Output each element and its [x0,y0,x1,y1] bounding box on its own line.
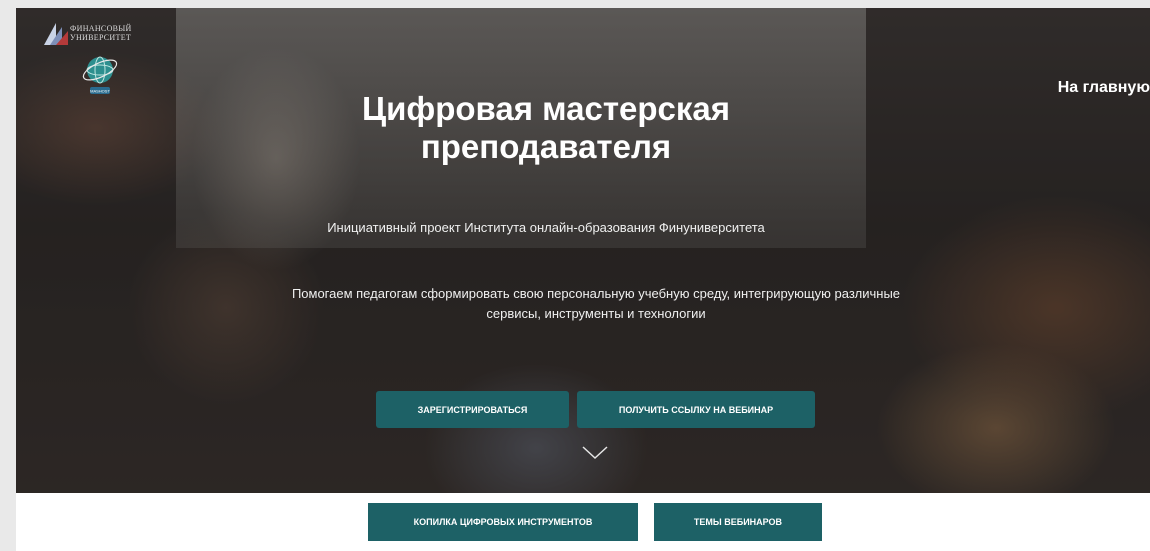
webinar-topics-button[interactable]: ТЕМЫ ВЕБИНАРОВ [654,503,822,541]
get-webinar-link-button[interactable]: ПОЛУЧИТЬ ССЫЛКУ НА ВЕБИНАР [577,391,815,428]
page-title: Цифровая мастерская преподавателя [361,90,731,165]
logo-line-2: УНИВЕРСИТЕТ [70,33,132,42]
hero-description: Помогаем педагогам сформировать свою пер… [291,286,901,321]
logo-line-1: ФИНАНСОВЫЙ [70,24,132,33]
hero-subtitle: Инициативный проект Института онлайн-обр… [327,220,765,235]
university-logo[interactable]: ФИНАНСОВЫЙ УНИВЕРСИТЕТ [42,16,152,50]
home-link[interactable]: На главную [1058,79,1150,97]
logo-text: ФИНАНСОВЫЙ УНИВЕРСИТЕТ [70,24,132,42]
page: ФИНАНСОВЫЙ УНИВЕРСИТЕТ MASHOST На главну… [16,8,1150,551]
chevron-down-icon[interactable] [582,446,608,460]
digital-tools-button[interactable]: КОПИЛКА ЦИФРОВЫХ ИНСТРУМЕНТОВ [368,503,638,541]
hero-banner: ФИНАНСОВЫЙ УНИВЕРСИТЕТ MASHOST На главну… [16,8,1150,493]
globe-icon[interactable]: MASHOST [80,53,120,97]
globe-label: MASHOST [90,89,110,94]
logo-mark-icon [44,23,68,45]
register-button[interactable]: ЗАРЕГИСТРИРОВАТЬСЯ [376,391,569,428]
